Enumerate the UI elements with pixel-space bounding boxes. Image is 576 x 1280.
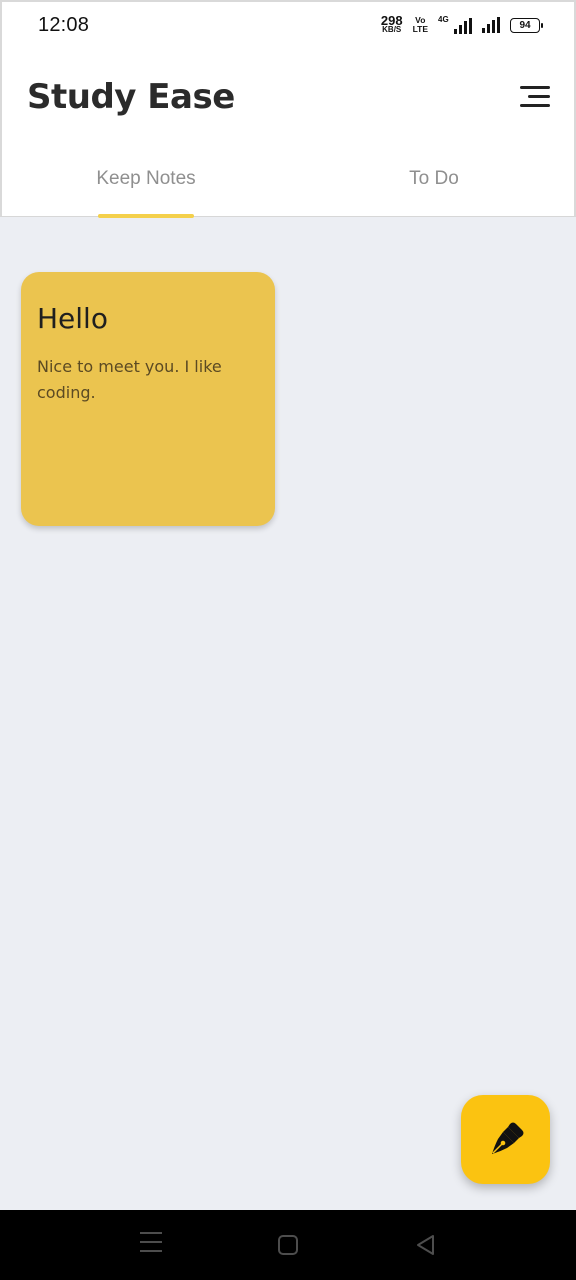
- note-card[interactable]: Hello Nice to meet you. I like coding.: [21, 272, 275, 526]
- fountain-pen-icon: [491, 1122, 523, 1154]
- status-bar: 12:08 298 KB/S Vo LTE 4G 94: [2, 2, 574, 52]
- tab-to-do[interactable]: To Do: [290, 154, 576, 218]
- network-speed: 298 KB/S: [380, 13, 403, 34]
- battery-icon: 94: [510, 17, 543, 33]
- network-speed-value: 298: [380, 13, 403, 28]
- note-title: Hello: [37, 302, 108, 335]
- system-navigation-bar: [0, 1210, 576, 1280]
- app-header: 12:08 298 KB/S Vo LTE 4G 94 Study Ease K…: [0, 0, 576, 218]
- recent-apps-icon[interactable]: [140, 1232, 162, 1256]
- tab-keep-notes[interactable]: Keep Notes: [2, 154, 290, 218]
- tab-bar: Keep Notes To Do: [2, 154, 574, 218]
- signal-4g-icon: 4G: [438, 15, 472, 34]
- tab-keep-notes-label: Keep Notes: [96, 168, 196, 189]
- app-title: Study Ease: [27, 77, 235, 117]
- status-icons: 298 KB/S Vo LTE 4G 94: [380, 13, 543, 34]
- volte-bottom-label: LTE: [412, 24, 428, 34]
- add-note-button[interactable]: [461, 1095, 550, 1184]
- tab-indicator: [98, 214, 194, 218]
- home-icon[interactable]: [278, 1235, 298, 1255]
- hamburger-menu-icon[interactable]: [520, 86, 550, 110]
- network-speed-unit: KB/S: [382, 25, 402, 34]
- signal-strength-icon: [482, 17, 500, 33]
- volte-icon: Vo LTE: [413, 16, 428, 34]
- back-icon[interactable]: [415, 1234, 437, 1256]
- note-body: Nice to meet you. I like coding.: [37, 357, 222, 402]
- network-type-label: 4G: [438, 15, 449, 24]
- battery-level: 94: [519, 19, 531, 31]
- tab-to-do-label: To Do: [409, 168, 459, 189]
- status-time: 12:08: [38, 14, 90, 36]
